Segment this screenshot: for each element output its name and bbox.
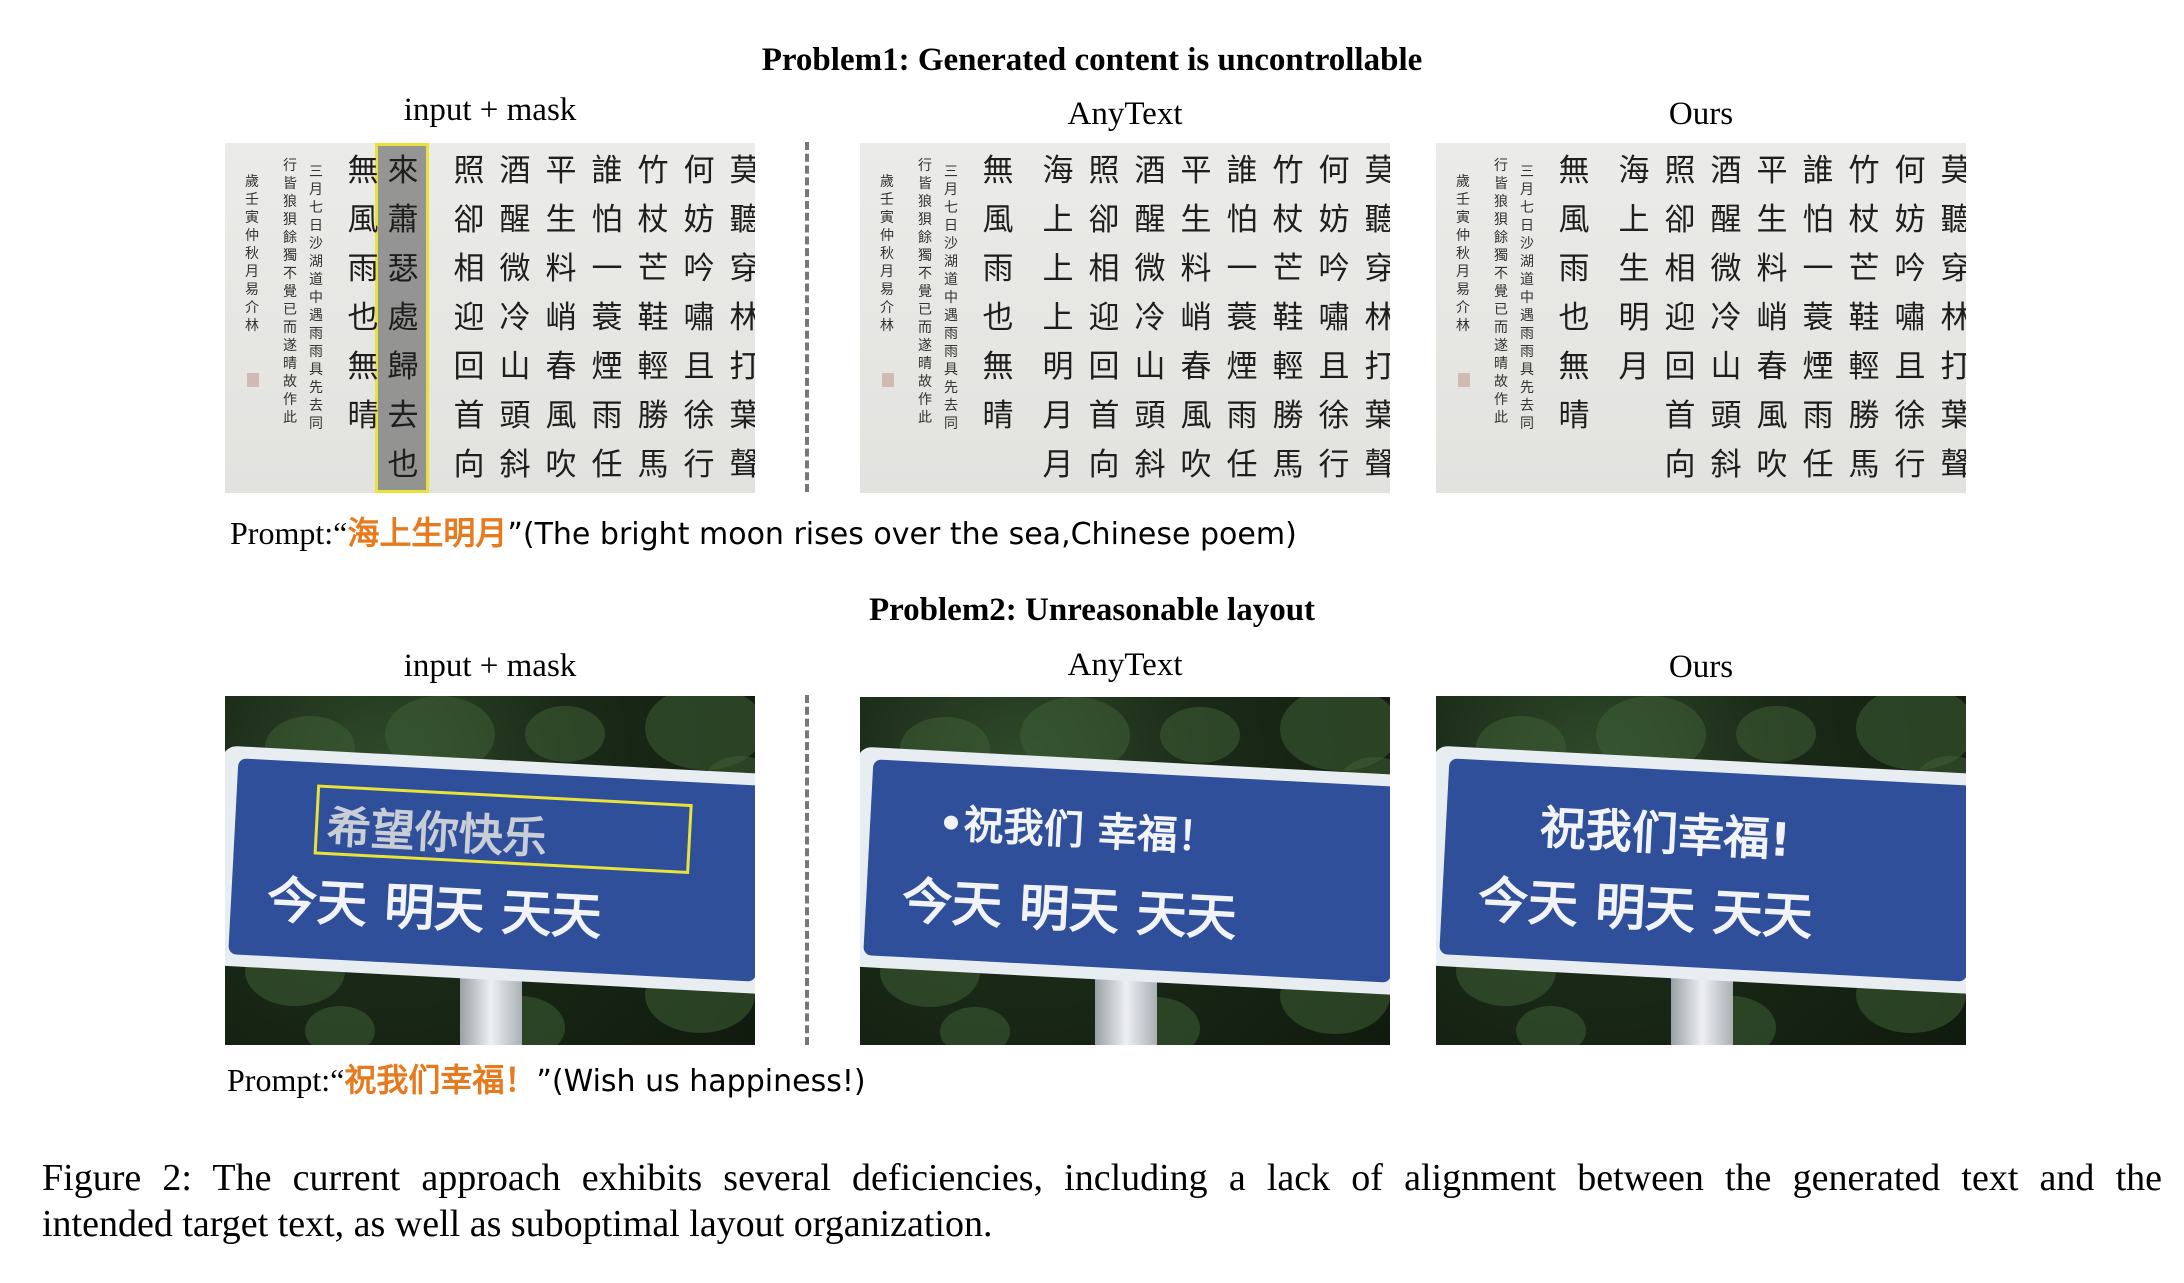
problem1-anytext-image: 莫聽穿林打葉聲何妨吟嘯且徐行竹杖芒鞋輕勝馬誰怕一蓑煙雨任平生料峭春風吹酒醒微冷山… [860, 143, 1390, 493]
prompt-translation: ”(Wish us happiness!) [536, 1064, 866, 1099]
generated-column: 海上生明月 [1618, 153, 1650, 385]
problem1-label-input: input + mask [403, 92, 577, 128]
inscription-column: 行皆狼狽餘獨不覺已而遂晴故作此 [1494, 158, 1508, 426]
problem1-input-image: 莫聽穿林打葉聲何妨吟嘯且徐行竹杖芒鞋輕勝馬誰怕一蓑煙雨任平生料峭春風吹酒醒微冷山… [225, 143, 755, 493]
road-sign: •祝我们 幸福！ 今天 明天 天天 [860, 746, 1390, 996]
poem-column: 照卻相迎回首向 [453, 153, 485, 483]
poem-column: 誰怕一蓑煙雨任 [1802, 153, 1834, 483]
problem1-label-ours: Ours [1668, 96, 1734, 132]
poem-column: 何妨吟嘯且徐行 [1894, 153, 1926, 483]
poem-column: 莫聽穿林打葉聲 [1364, 153, 1391, 483]
masked-column: 來蕭瑟處歸去也 [387, 153, 419, 483]
problem1-label-anytext: AnyText [1067, 96, 1183, 132]
inscription-column: 歲壬寅仲秋月 易介林 [245, 174, 259, 334]
poem-column: 竹杖芒鞋輕勝馬 [1848, 153, 1880, 483]
prompt-prefix: Prompt:“ [230, 515, 348, 551]
poem-column: 誰怕一蓑煙雨任 [1226, 153, 1258, 483]
problem2-label-anytext: AnyText [1067, 647, 1183, 683]
seal-stamp [882, 373, 894, 387]
road-sign: 祝我们幸福! 今天 明天 天天 [1436, 745, 1966, 995]
foliage [1516, 1006, 1586, 1045]
problem2-anytext-image: •祝我们 幸福！ 今天 明天 天天 [860, 697, 1390, 1045]
inscription-column: 三月七日沙湖道中遇雨雨具先去同 [944, 164, 958, 432]
poem-column: 酒醒微冷山頭斜 [499, 153, 531, 483]
poem-column: 照卻相迎回首向 [1664, 153, 1696, 483]
problem1-title: Problem1: Generated content is uncontrol… [761, 42, 1423, 78]
problem2-title: Problem2: Unreasonable layout [868, 592, 1316, 628]
problem2-label-ours: Ours [1668, 649, 1734, 685]
poem-column: 平生料峭春風吹 [545, 153, 577, 483]
foliage [525, 706, 605, 762]
figure-caption-line1: Figure 2: The current approach exhibits … [42, 1157, 2162, 1199]
poem-column: 竹杖芒鞋輕勝馬 [1272, 153, 1304, 483]
poem-column: 誰怕一蓑煙雨任 [591, 153, 623, 483]
poem-column: 無風雨也無晴 [982, 153, 1014, 434]
inscription-column: 行皆狼狽餘獨不覺已而遂晴故作此 [283, 158, 297, 426]
problem1-divider [805, 142, 809, 492]
poem-column: 何妨吟嘯且徐行 [683, 153, 715, 483]
figure-caption-line2: intended target text, as well as subopti… [42, 1203, 993, 1245]
problem1-ours-image: 莫聽穿林打葉聲何妨吟嘯且徐行竹杖芒鞋輕勝馬誰怕一蓑煙雨任平生料峭春風吹酒醒微冷山… [1436, 143, 1966, 493]
poem-column: 無風雨也無晴 [1558, 153, 1590, 434]
foliage [1736, 706, 1816, 762]
poem-column: 莫聽穿林打葉聲 [729, 153, 756, 483]
poem-column: 平生料峭春風吹 [1756, 153, 1788, 483]
prompt-chinese: 海上生明月 [347, 514, 508, 552]
poem-column: 平生料峭春風吹 [1180, 153, 1212, 483]
poem-column: 竹杖芒鞋輕勝馬 [637, 153, 669, 483]
problem1-prompt: Prompt:“海上生明月”(The bright moon rises ove… [230, 508, 1297, 554]
seal-stamp [247, 373, 259, 387]
problem2-input-image: 希望你快乐 今天 明天 天天 [225, 696, 755, 1045]
prompt-translation: ”(The bright moon rises over the sea,Chi… [507, 517, 1297, 552]
poem-column: 莫聽穿林打葉聲 [1940, 153, 1967, 483]
poem-column: 酒醒微冷山頭斜 [1710, 153, 1742, 483]
poem-column: 無風雨也無晴 [347, 153, 379, 434]
seal-stamp [1458, 373, 1470, 387]
problem2-prompt: Prompt:“祝我们幸福！”(Wish us happiness!) [227, 1055, 866, 1101]
sign-text-line1: 祝我们幸福! [1538, 800, 1793, 868]
foliage [305, 1006, 375, 1045]
inscription-column: 三月七日沙湖道中遇雨雨具先去同 [1520, 164, 1534, 432]
poem-column: 何妨吟嘯且徐行 [1318, 153, 1350, 483]
problem2-label-input: input + mask [403, 648, 577, 684]
prompt-chinese: 祝我们幸福！ [344, 1061, 537, 1099]
road-sign: 希望你快乐 今天 明天 天天 [225, 745, 755, 995]
inscription-column: 行皆狼狽餘獨不覺已而遂晴故作此 [918, 158, 932, 426]
poem-column: 酒醒微冷山頭斜 [1134, 153, 1166, 483]
poem-column: 照卻相迎回首向 [1088, 153, 1120, 483]
inscription-column: 歲壬寅仲秋月 易介林 [880, 174, 894, 334]
inscription-column: 歲壬寅仲秋月 易介林 [1456, 174, 1470, 334]
foliage [940, 1007, 1010, 1045]
problem2-divider [805, 695, 809, 1045]
foliage [1160, 707, 1240, 763]
problem2-ours-image: 祝我们幸福! 今天 明天 天天 [1436, 696, 1966, 1045]
generated-column: 海上上上明月月 [1042, 153, 1074, 483]
prompt-prefix: Prompt:“ [227, 1062, 345, 1098]
inscription-column: 三月七日沙湖道中遇雨雨具先去同 [309, 164, 323, 432]
